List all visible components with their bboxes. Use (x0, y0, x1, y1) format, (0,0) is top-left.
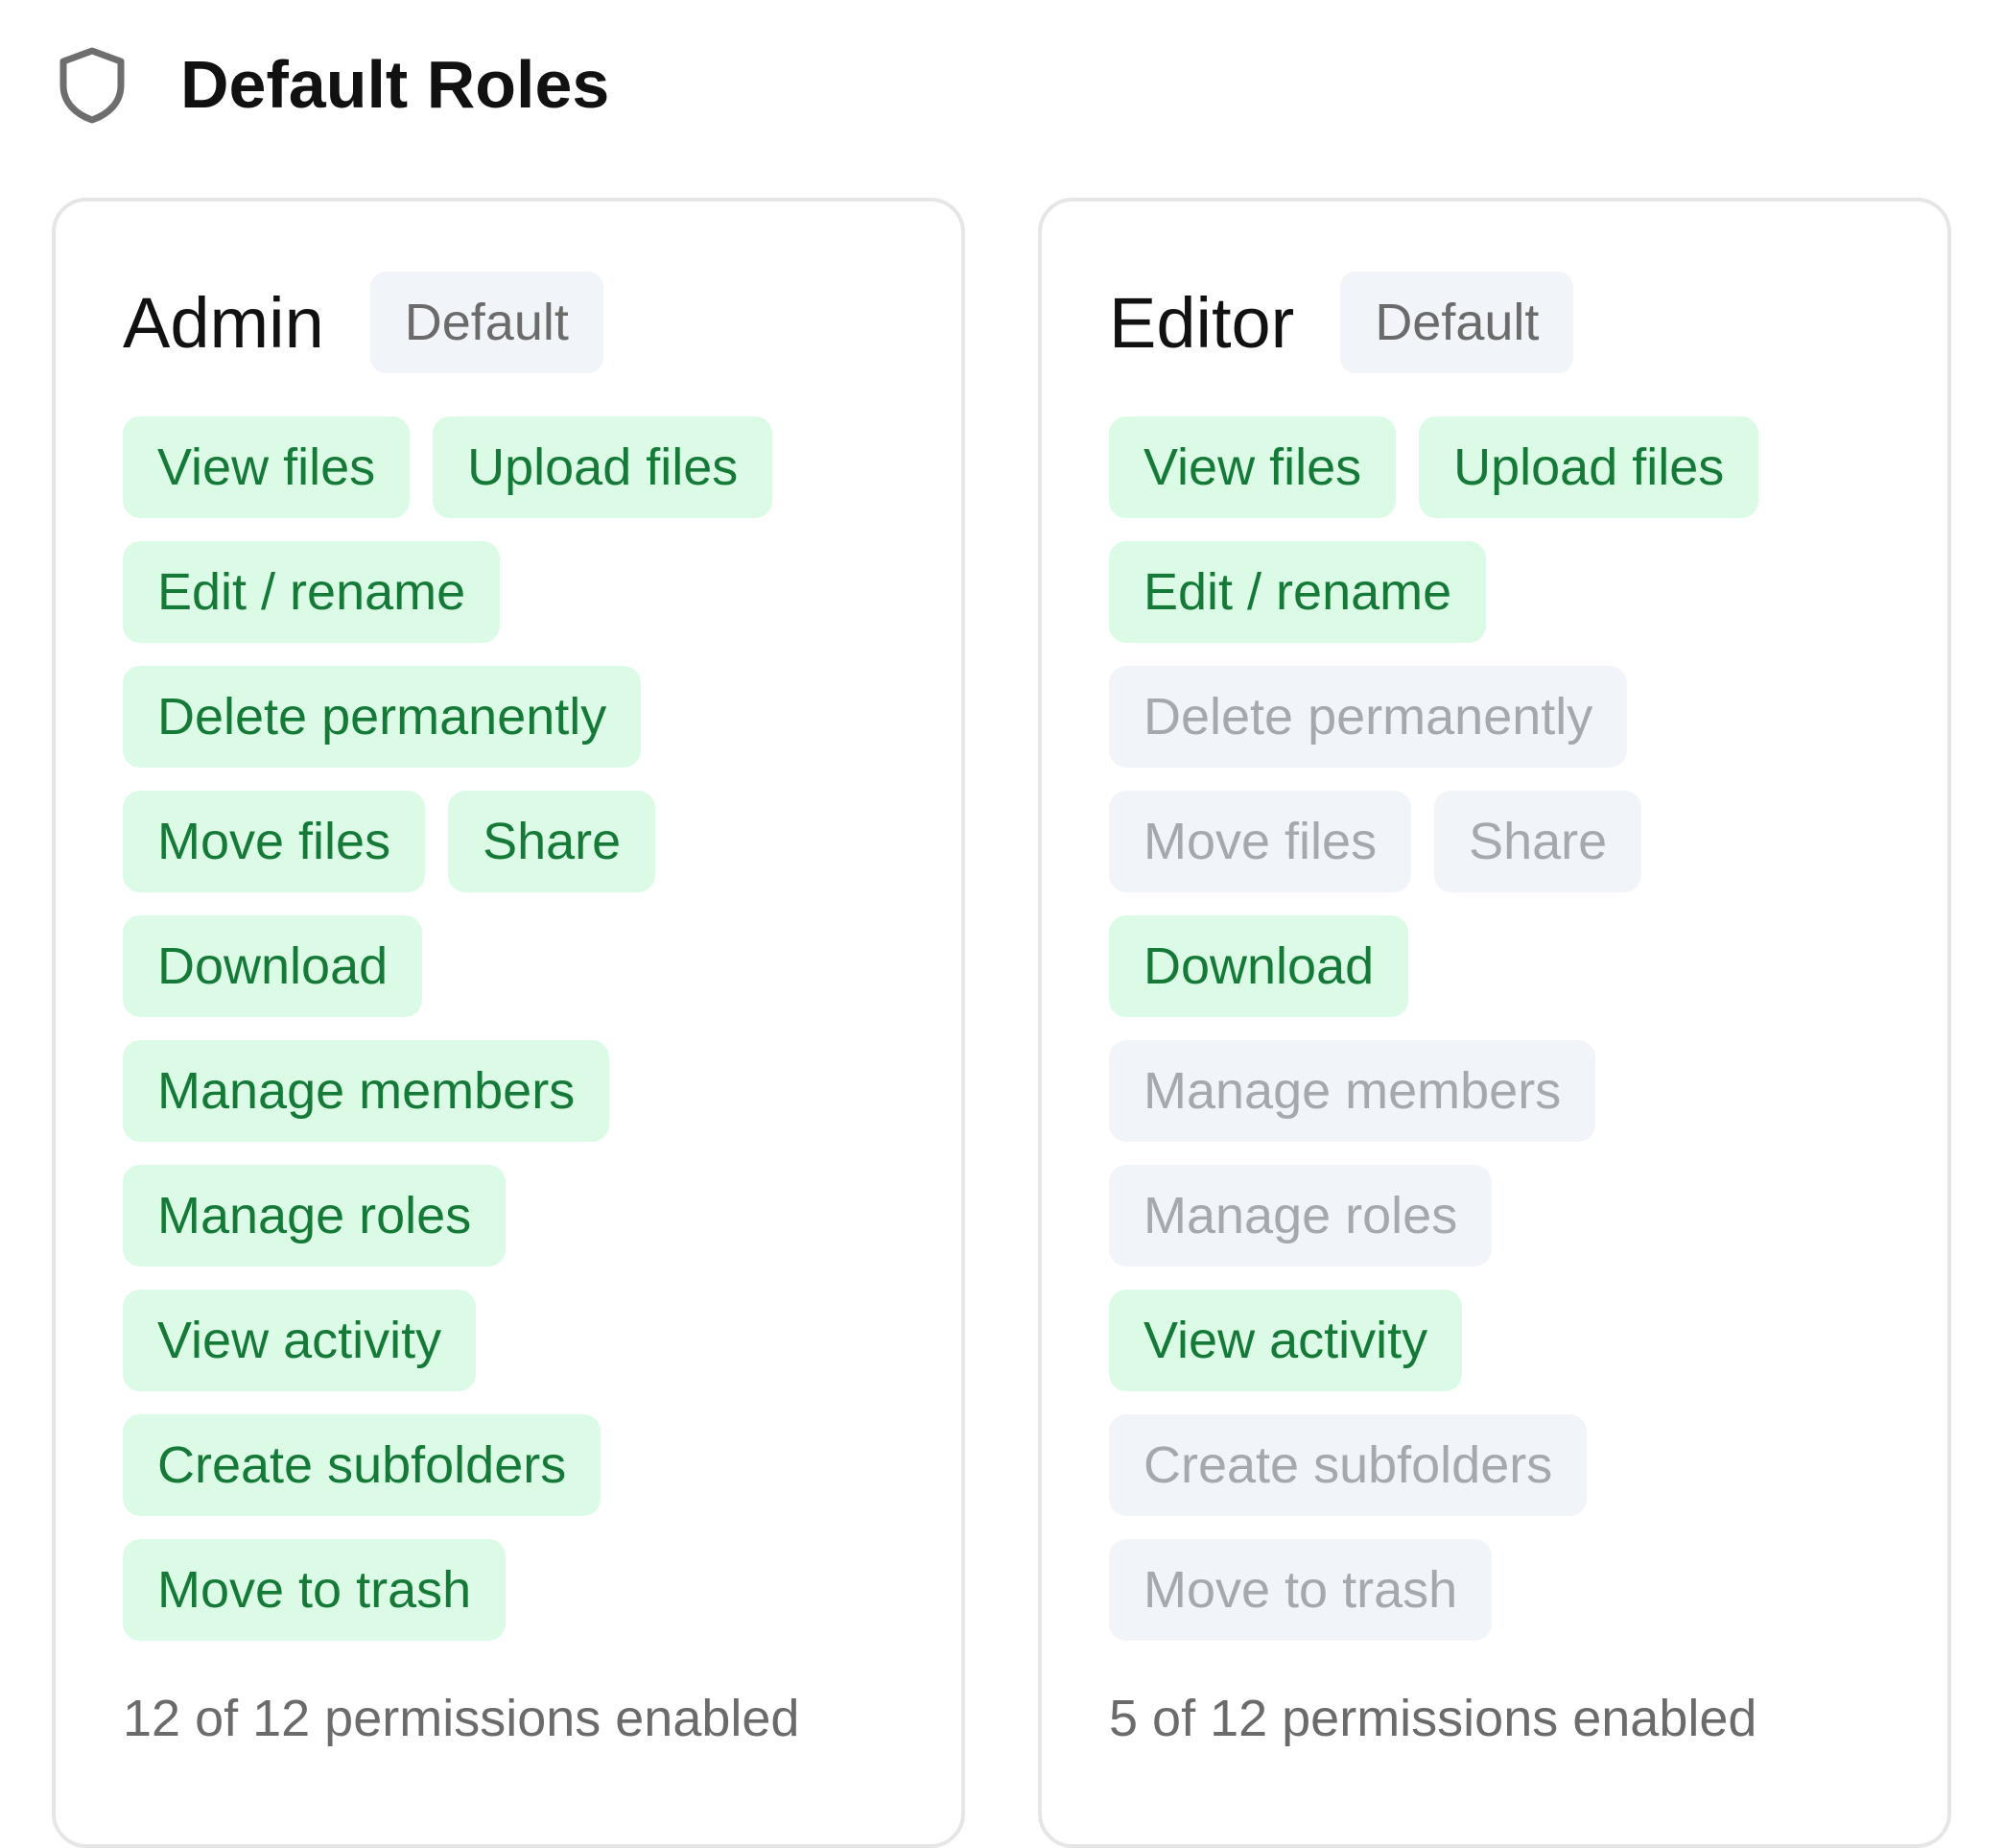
permission-chip-view-activity[interactable]: View activity (1109, 1290, 1463, 1391)
permission-chip-move-files[interactable]: Move files (1109, 791, 1412, 892)
permission-chip-download[interactable]: Download (123, 915, 423, 1017)
permission-chip-manage-members[interactable]: Manage members (1109, 1040, 1596, 1142)
page-header: Default Roles (56, 40, 609, 129)
permission-chip-share[interactable]: Share (448, 791, 656, 892)
default-badge: Default (1340, 272, 1574, 373)
permission-chip-upload-files[interactable]: Upload files (1419, 416, 1759, 518)
permissions-summary: 12 of 12 permissions enabled (123, 1690, 800, 1747)
permission-chip-manage-roles[interactable]: Manage roles (1109, 1165, 1493, 1267)
permission-list: View files Upload files Edit / rename De… (1109, 416, 1781, 1664)
permission-chip-move-to-trash[interactable]: Move to trash (123, 1539, 507, 1641)
permissions-summary: 5 of 12 permissions enabled (1109, 1690, 1757, 1747)
permission-chip-download[interactable]: Download (1109, 915, 1409, 1017)
permission-chip-manage-members[interactable]: Manage members (123, 1040, 610, 1142)
role-card-header: Admin Default (123, 271, 603, 374)
default-badge: Default (369, 272, 603, 373)
permission-chip-move-to-trash[interactable]: Move to trash (1109, 1539, 1493, 1641)
role-card-editor: Editor Default View files Upload files E… (1038, 198, 1951, 1848)
permission-chip-share[interactable]: Share (1434, 791, 1642, 892)
permission-chip-edit-rename[interactable]: Edit / rename (123, 541, 501, 643)
page-title: Default Roles (180, 47, 610, 122)
permission-chip-view-files[interactable]: View files (123, 416, 411, 518)
role-name: Admin (123, 282, 324, 363)
permission-chip-delete-permanently[interactable]: Delete permanently (1109, 666, 1628, 768)
permission-chip-view-activity[interactable]: View activity (123, 1290, 477, 1391)
permission-chip-create-subfolders[interactable]: Create subfolders (1109, 1414, 1588, 1516)
shield-icon (59, 47, 125, 124)
permission-chip-manage-roles[interactable]: Manage roles (123, 1165, 507, 1267)
permission-list: View files Upload files Edit / rename De… (123, 416, 795, 1664)
role-card-admin: Admin Default View files Upload files Ed… (52, 198, 965, 1848)
role-name: Editor (1109, 282, 1295, 363)
permission-chip-edit-rename[interactable]: Edit / rename (1109, 541, 1487, 643)
permission-chip-move-files[interactable]: Move files (123, 791, 426, 892)
permission-chip-view-files[interactable]: View files (1109, 416, 1397, 518)
role-card-header: Editor Default (1109, 271, 1574, 374)
permission-chip-upload-files[interactable]: Upload files (433, 416, 773, 518)
permission-chip-delete-permanently[interactable]: Delete permanently (123, 666, 642, 768)
permission-chip-create-subfolders[interactable]: Create subfolders (123, 1414, 601, 1516)
